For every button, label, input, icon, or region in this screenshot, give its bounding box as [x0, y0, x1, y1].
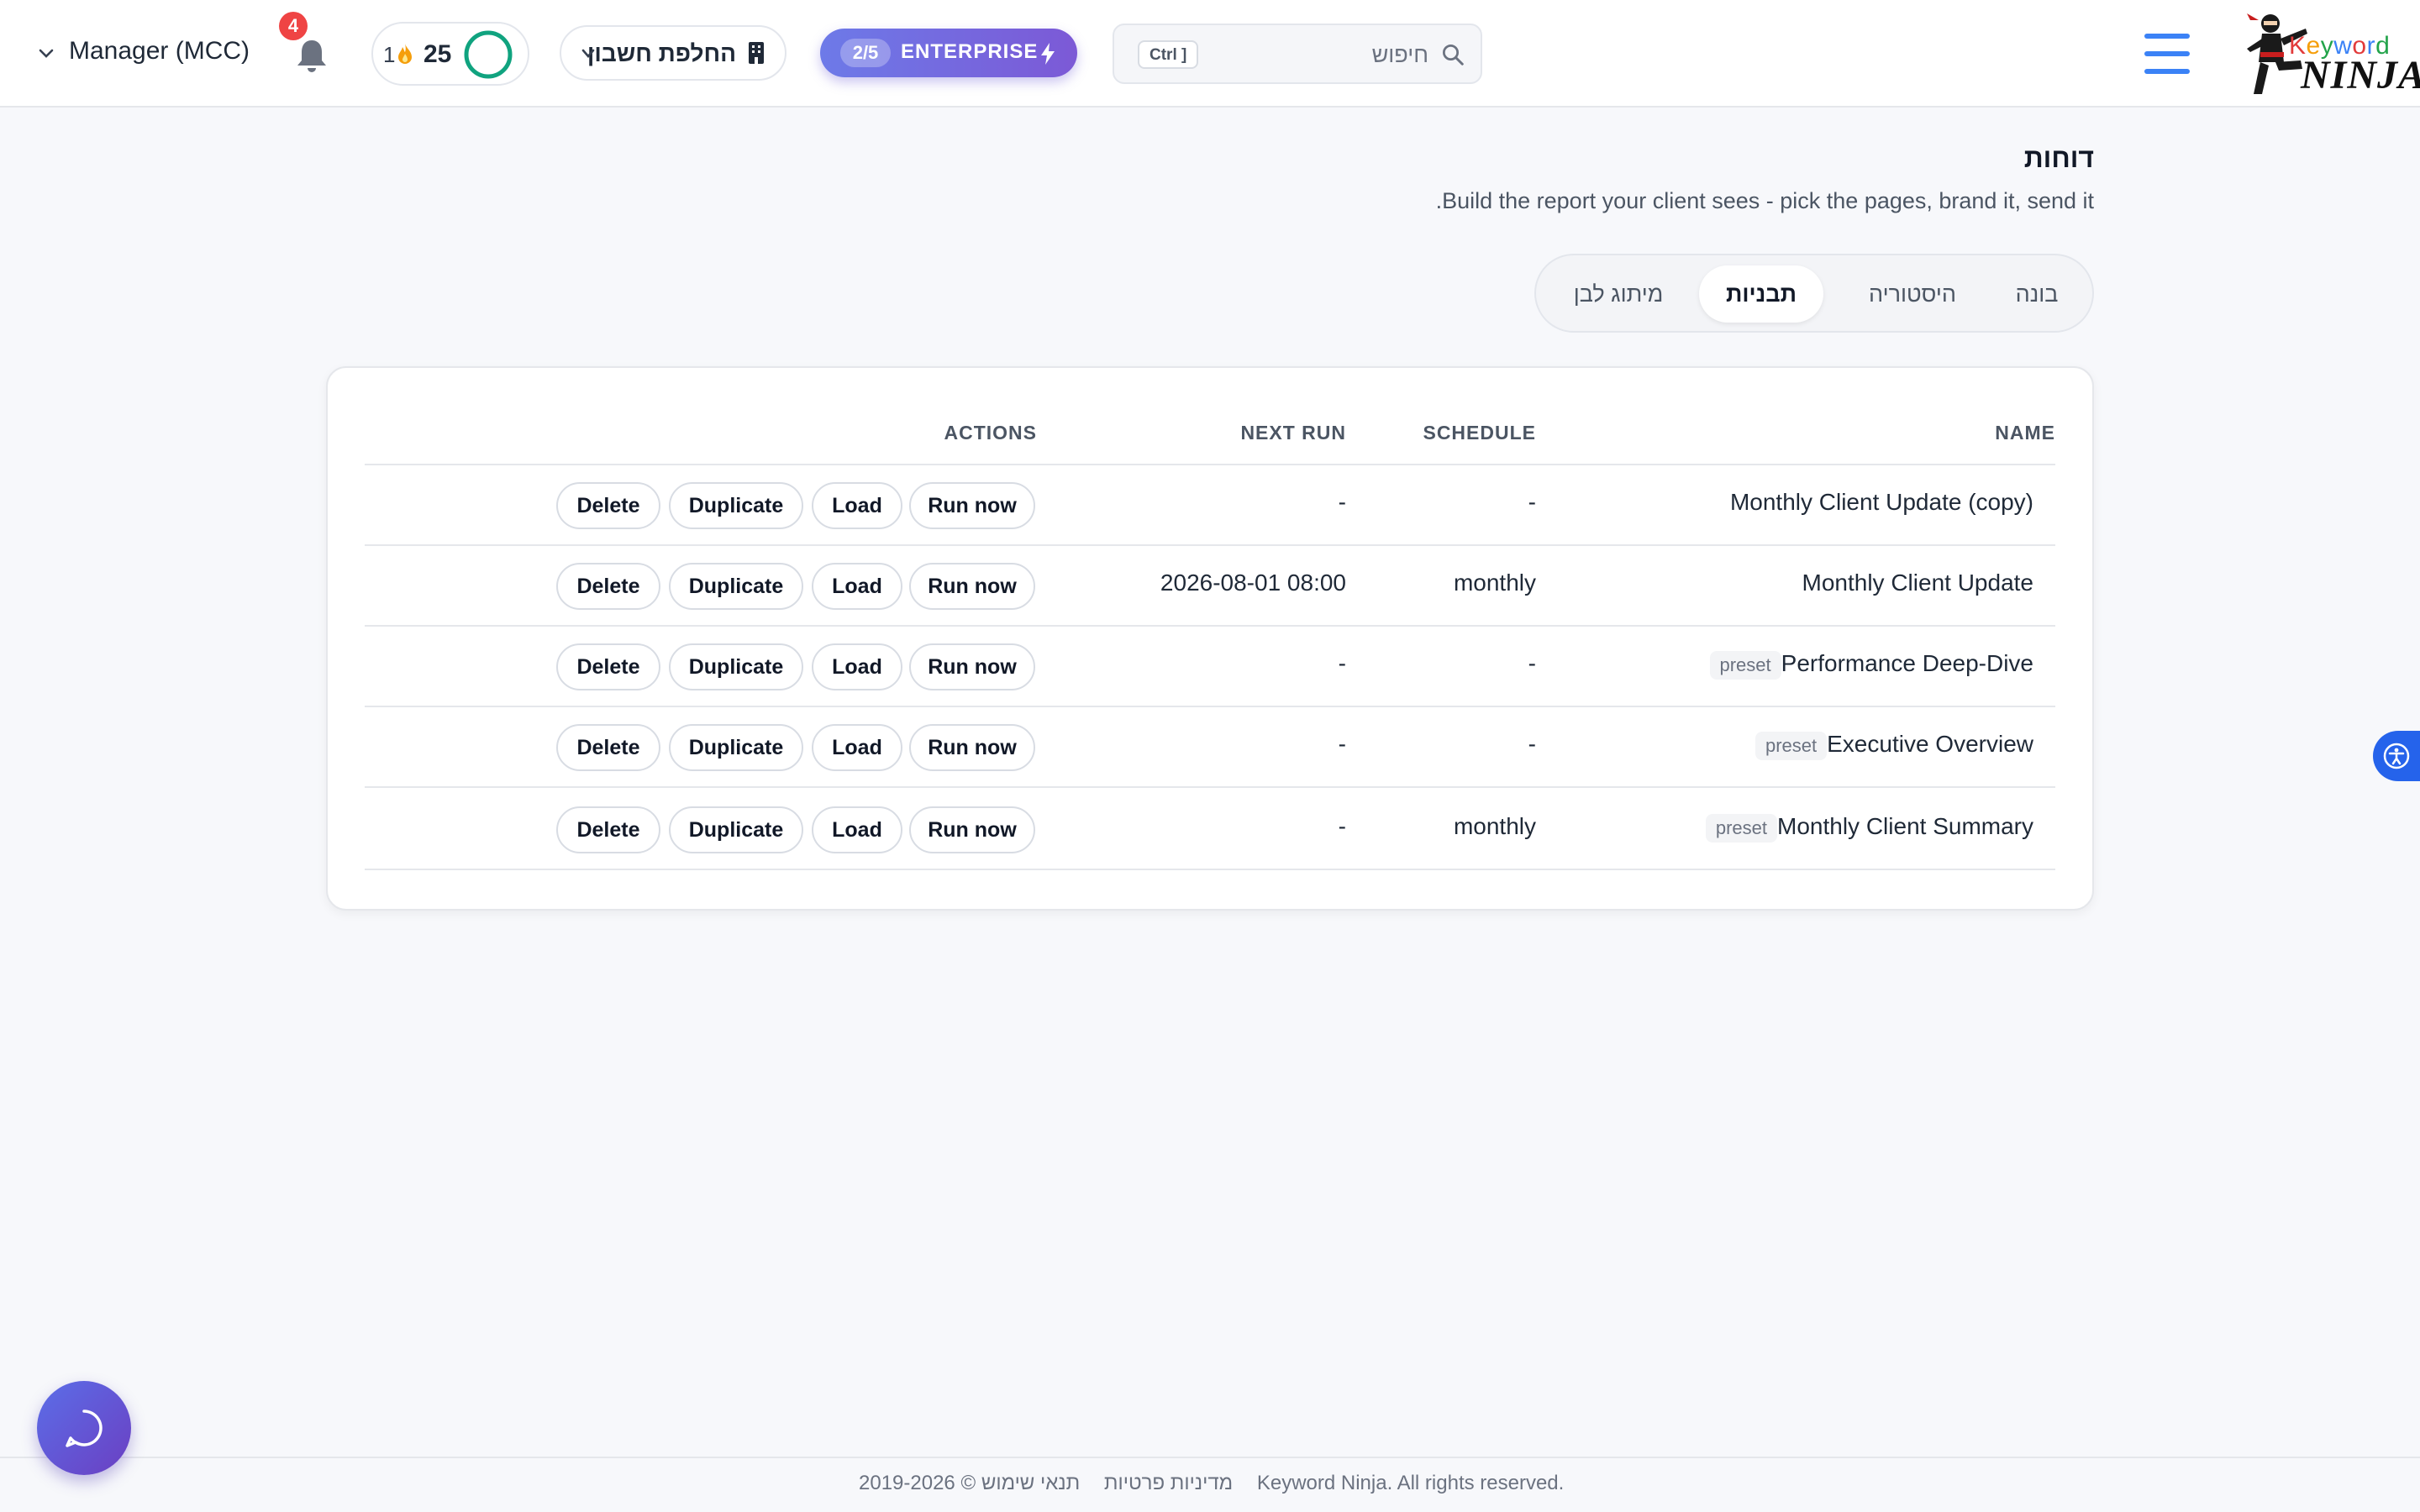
column-header-schedule: SCHEDULE — [1423, 422, 1536, 444]
chat-icon — [66, 1410, 103, 1447]
template-name-cell: preset Monthly Client Summary — [1692, 813, 2033, 843]
chevron-down-icon — [581, 49, 595, 58]
search-input[interactable] — [1208, 37, 1430, 72]
next-run-cell: - — [1338, 813, 1346, 839]
column-header-name: NAME — [1995, 422, 2055, 444]
templates-table-card: NAME SCHEDULE NEXT RUN ACTIONS Monthly C… — [326, 366, 2094, 911]
table-row: Monthly Client Update (copy) - - Run now Loa… — [328, 465, 2092, 546]
table-row: preset Executive Overview - - Run now Load Dup… — [328, 707, 2092, 788]
duplicate-button[interactable]: Duplicate — [669, 482, 803, 529]
tab-templates[interactable]: תבניות — [1699, 265, 1823, 323]
load-button[interactable]: Load — [812, 482, 902, 529]
preset-badge: preset — [1709, 650, 1781, 680]
next-run-cell: - — [1338, 489, 1346, 515]
template-name: Monthly Client Update (copy) — [1729, 489, 2033, 515]
reports-tabs: בונה היסטוריה תבניות מיתוג לבן — [1534, 254, 2094, 333]
keyword-ninja-logo[interactable]: Keyword NINJA — [2238, 5, 2420, 102]
schedule-cell: monthly — [1453, 570, 1536, 596]
run-now-button[interactable]: Run now — [909, 563, 1035, 610]
tab-history[interactable]: היסטוריה — [1845, 265, 1980, 323]
bell-icon[interactable] — [294, 37, 329, 76]
tab-white-label[interactable]: מיתוג לבן — [1551, 265, 1686, 323]
preset-badge: preset — [1705, 813, 1778, 843]
load-button[interactable]: Load — [812, 563, 902, 610]
delete-button[interactable]: Delete — [556, 806, 660, 853]
template-name: Executive Overview — [1827, 731, 2033, 757]
page-subtitle: Build the report your client sees - pick… — [1435, 188, 2094, 213]
schedule-cell: - — [1528, 731, 1536, 757]
load-button[interactable]: Load — [812, 643, 902, 690]
delete-button[interactable]: Delete — [556, 482, 660, 529]
accessibility-button[interactable] — [2373, 731, 2420, 781]
keyboard-shortcut-hint: Ctrl ] — [1138, 40, 1199, 69]
streak-count: 1 — [383, 42, 396, 67]
table-row: preset Monthly Client Summary monthly - Run … — [328, 790, 2092, 870]
hamburger-icon — [2144, 34, 2190, 39]
template-name-cell: Monthly Client Update — [1802, 570, 2033, 596]
logo-wordmark-ninja: NINJA — [2301, 53, 2420, 97]
schedule-cell: - — [1528, 650, 1536, 676]
row-divider — [365, 786, 2055, 788]
template-name: Monthly Client Summary — [1777, 813, 2033, 839]
progress-ring-icon — [464, 30, 513, 79]
terms-of-use-link[interactable]: תנאי שימוש — [981, 1472, 1080, 1494]
next-run-cell: 2026-08-01 08:00 — [1160, 570, 1346, 596]
switch-account-label: החלפת חשבון — [587, 40, 736, 66]
tab-builder[interactable]: בונה — [1995, 265, 2079, 323]
preset-badge: preset — [1754, 731, 1828, 760]
footer-divider — [0, 1457, 2420, 1458]
accessibility-icon — [2383, 743, 2410, 769]
run-now-button[interactable]: Run now — [909, 724, 1035, 771]
run-now-button[interactable]: Run now — [909, 806, 1035, 853]
building-icon — [749, 42, 764, 64]
schedule-cell: monthly — [1453, 813, 1536, 839]
template-name-cell: preset Performance Deep-Dive — [1697, 650, 2033, 680]
table-row: preset Performance Deep-Dive - - Run now Load… — [328, 627, 2092, 707]
menu-toggle-button[interactable] — [2144, 32, 2191, 76]
column-header-next-run: NEXT RUN — [1240, 422, 1346, 444]
load-button[interactable]: Load — [812, 806, 902, 853]
template-name-cell: preset Executive Overview — [1742, 731, 2033, 760]
schedule-cell: - — [1528, 489, 1536, 515]
plan-usage-badge: 2/5 — [840, 39, 891, 67]
template-name: Performance Deep-Dive — [1781, 650, 2033, 676]
search-icon — [1443, 45, 1464, 66]
duplicate-button[interactable]: Duplicate — [669, 643, 803, 690]
plan-label: ENTERPRISE — [901, 40, 1039, 63]
column-header-actions: ACTIONS — [944, 422, 1037, 444]
template-name: Monthly Client Update — [1802, 570, 2033, 596]
notification-count-badge: 4 — [279, 12, 308, 40]
table-row: Monthly Client Update monthly 2026-08-01 0… — [328, 546, 2092, 627]
duplicate-button[interactable]: Duplicate — [669, 724, 803, 771]
row-divider — [365, 869, 2055, 870]
chevron-down-icon — [39, 49, 54, 58]
delete-button[interactable]: Delete — [556, 724, 660, 771]
switch-account-button[interactable]: החלפת חשבון — [560, 25, 786, 81]
account-label: Manager (MCC) — [69, 37, 250, 65]
top-navigation-bar: Keyword NINJA Ctrl ] 2/5 ENTERPRISE החלפ… — [0, 0, 2420, 108]
next-run-cell: - — [1338, 731, 1346, 757]
bolt-icon — [1041, 43, 1055, 65]
page-title: דוחות — [2023, 143, 2094, 173]
footer: מדיניות פרטיות תנאי שימוש © 2019-2026 Ke… — [859, 1472, 1582, 1495]
points-count: 25 — [424, 40, 452, 68]
duplicate-button[interactable]: Duplicate — [669, 806, 803, 853]
privacy-policy-link[interactable]: מדיניות פרטיות — [1104, 1472, 1233, 1494]
global-search[interactable]: Ctrl ] — [1113, 24, 1482, 84]
load-button[interactable]: Load — [812, 724, 902, 771]
flame-icon — [398, 44, 412, 64]
credits-streak-widget[interactable]: 1 25 — [371, 22, 529, 86]
template-name-cell: Monthly Client Update (copy) — [1730, 489, 2033, 516]
enterprise-plan-button[interactable]: 2/5 ENTERPRISE — [820, 29, 1077, 77]
delete-button[interactable]: Delete — [556, 643, 660, 690]
chat-launcher-button[interactable] — [37, 1381, 131, 1475]
next-run-cell: - — [1338, 650, 1346, 676]
duplicate-button[interactable]: Duplicate — [669, 563, 803, 610]
delete-button[interactable]: Delete — [556, 563, 660, 610]
run-now-button[interactable]: Run now — [909, 643, 1035, 690]
run-now-button[interactable]: Run now — [909, 482, 1035, 529]
